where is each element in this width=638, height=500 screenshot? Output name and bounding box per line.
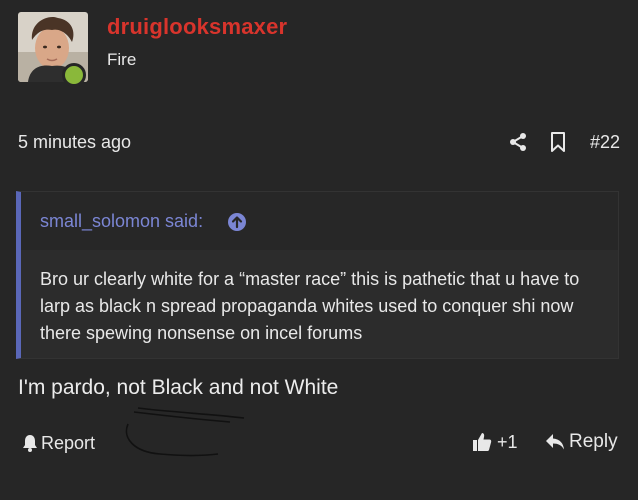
quote-header: small_solomon said: bbox=[21, 192, 618, 250]
forum-post: druiglooksmaxer Fire 5 minutes ago #22 s… bbox=[0, 0, 638, 500]
quote-body: Bro ur clearly white for a “master race”… bbox=[40, 269, 580, 343]
bookmark-icon[interactable] bbox=[550, 132, 566, 152]
reply-button[interactable]: Reply bbox=[545, 430, 618, 454]
user-title: Fire bbox=[107, 50, 137, 69]
report-label: Report bbox=[41, 432, 96, 453]
scribble-drawing bbox=[125, 407, 245, 457]
post-message: I'm pardo, not Black and not White bbox=[18, 376, 339, 399]
bell-icon bbox=[23, 435, 37, 452]
quote-author[interactable]: small_solomon said: bbox=[40, 211, 203, 232]
report-button[interactable]: Report bbox=[22, 432, 95, 454]
like-count: +1 bbox=[497, 431, 518, 452]
post-timestamp[interactable]: 5 minutes ago bbox=[18, 132, 131, 153]
thumbs-up-icon bbox=[473, 433, 492, 451]
online-status-indicator bbox=[62, 63, 86, 87]
reply-label: Reply bbox=[569, 431, 618, 452]
post-number-link[interactable]: #22 bbox=[590, 132, 620, 153]
reply-arrow-icon bbox=[546, 434, 564, 450]
arrow-up-circle-icon[interactable] bbox=[227, 212, 247, 232]
post-author[interactable]: druiglooksmaxer bbox=[107, 14, 287, 40]
like-button[interactable]: +1 bbox=[472, 430, 518, 454]
share-icon[interactable] bbox=[508, 132, 528, 152]
quote-block: small_solomon said: Bro ur clearly white… bbox=[16, 191, 619, 359]
